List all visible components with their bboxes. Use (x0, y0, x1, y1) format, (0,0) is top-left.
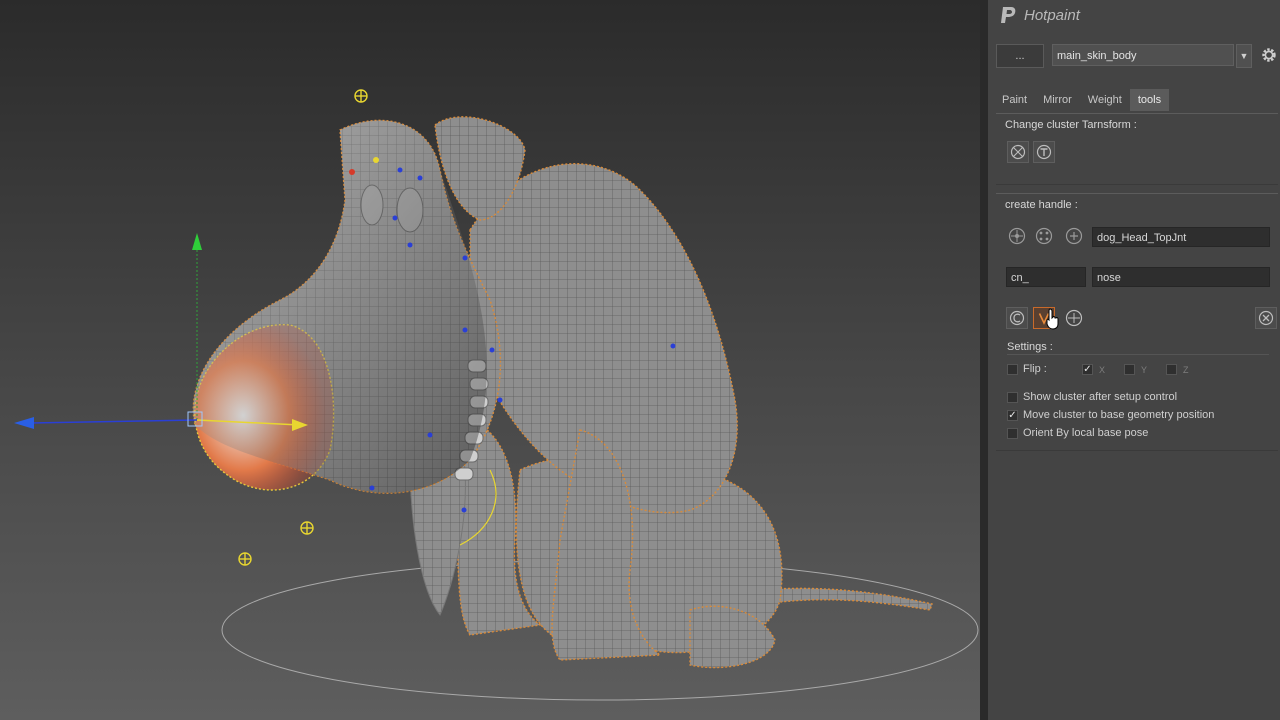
handle-add-button[interactable] (1063, 225, 1085, 247)
flip-y-label: Y (1141, 365, 1148, 375)
c-curve-icon (1009, 310, 1025, 326)
flip-z-label: Z (1183, 365, 1189, 375)
transform-rotate-button[interactable] (1007, 141, 1029, 163)
orient-local-label: Orient By local base pose (1023, 427, 1149, 439)
flip-x-label: X (1099, 365, 1106, 375)
flip-x-checkbox[interactable]: ✓ (1082, 364, 1093, 375)
flip-y-checkbox[interactable] (1124, 364, 1135, 375)
flip-label: Flip : (1023, 363, 1047, 375)
create-locator-handle-button[interactable] (1063, 307, 1085, 329)
move-cluster-label: Move cluster to base geometry position (1023, 409, 1215, 421)
3d-viewport[interactable] (0, 0, 980, 720)
browse-button[interactable]: ... (996, 44, 1044, 68)
tab-tools[interactable]: tools (1129, 89, 1170, 111)
create-handle-group: create handle : dog_Head_TopJnt cn_ nose (996, 193, 1278, 451)
move-cluster-checkbox[interactable]: ✓ (1007, 410, 1018, 421)
delete-handle-button[interactable] (1255, 307, 1277, 329)
plus-circle-icon (1065, 227, 1083, 245)
gear-icon[interactable] (1260, 46, 1278, 64)
scene-canvas (14, 89, 979, 701)
cluster-transform-title: Change cluster Tarnsform : (1005, 119, 1137, 131)
handle-move-button[interactable] (1006, 225, 1028, 247)
dog-tail (759, 587, 933, 611)
chevron-down-icon[interactable]: ▼ (1236, 44, 1252, 68)
app-title: Hotpaint (1024, 6, 1080, 24)
panel-splitter[interactable] (980, 0, 988, 720)
create-handle-title: create handle : (1005, 199, 1078, 211)
panel-title-bar: Hotpaint (988, 0, 1280, 30)
tab-bar: Paint Mirror Weight tools (994, 89, 1170, 111)
settings-title: Settings : (1007, 341, 1053, 353)
translate-t-icon (1036, 144, 1052, 160)
prefix-field[interactable]: cn_ (1006, 267, 1086, 287)
create-curve-handle-button[interactable] (1006, 307, 1028, 329)
flip-checkbox[interactable] (1007, 364, 1018, 375)
settings-divider (1007, 354, 1269, 355)
orient-local-checkbox[interactable] (1007, 428, 1018, 439)
head-shading (193, 120, 487, 494)
tab-weight[interactable]: Weight (1080, 89, 1130, 111)
show-cluster-checkbox[interactable] (1007, 392, 1018, 403)
close-icon (1258, 310, 1274, 326)
handle-name-field[interactable]: nose (1092, 267, 1270, 287)
skin-cluster-select[interactable]: main_skin_body (1052, 44, 1234, 66)
transform-translate-button[interactable] (1033, 141, 1055, 163)
cluster-transform-group: Change cluster Tarnsform : (996, 113, 1278, 185)
move-gizmo-icon (1008, 227, 1026, 245)
show-cluster-label: Show cluster after setup control (1023, 391, 1178, 403)
tab-mirror[interactable]: Mirror (1035, 89, 1080, 111)
joint-name-field[interactable]: dog_Head_TopJnt (1092, 227, 1270, 247)
hotpaint-panel: Hotpaint ... main_skin_body ▼ Paint Mirr… (988, 0, 1280, 720)
flip-z-checkbox[interactable] (1166, 364, 1177, 375)
hotpaint-logo-icon (1001, 7, 1016, 23)
locator-icon (1065, 309, 1083, 327)
skin-selector-row: ... main_skin_body ▼ (996, 44, 1278, 68)
tab-paint[interactable]: Paint (994, 89, 1035, 111)
handle-cluster-button[interactable] (1033, 225, 1055, 247)
cluster-dots-icon (1035, 227, 1053, 245)
hand-cursor-icon (1046, 308, 1059, 330)
rotate-axes-icon (1010, 144, 1026, 160)
